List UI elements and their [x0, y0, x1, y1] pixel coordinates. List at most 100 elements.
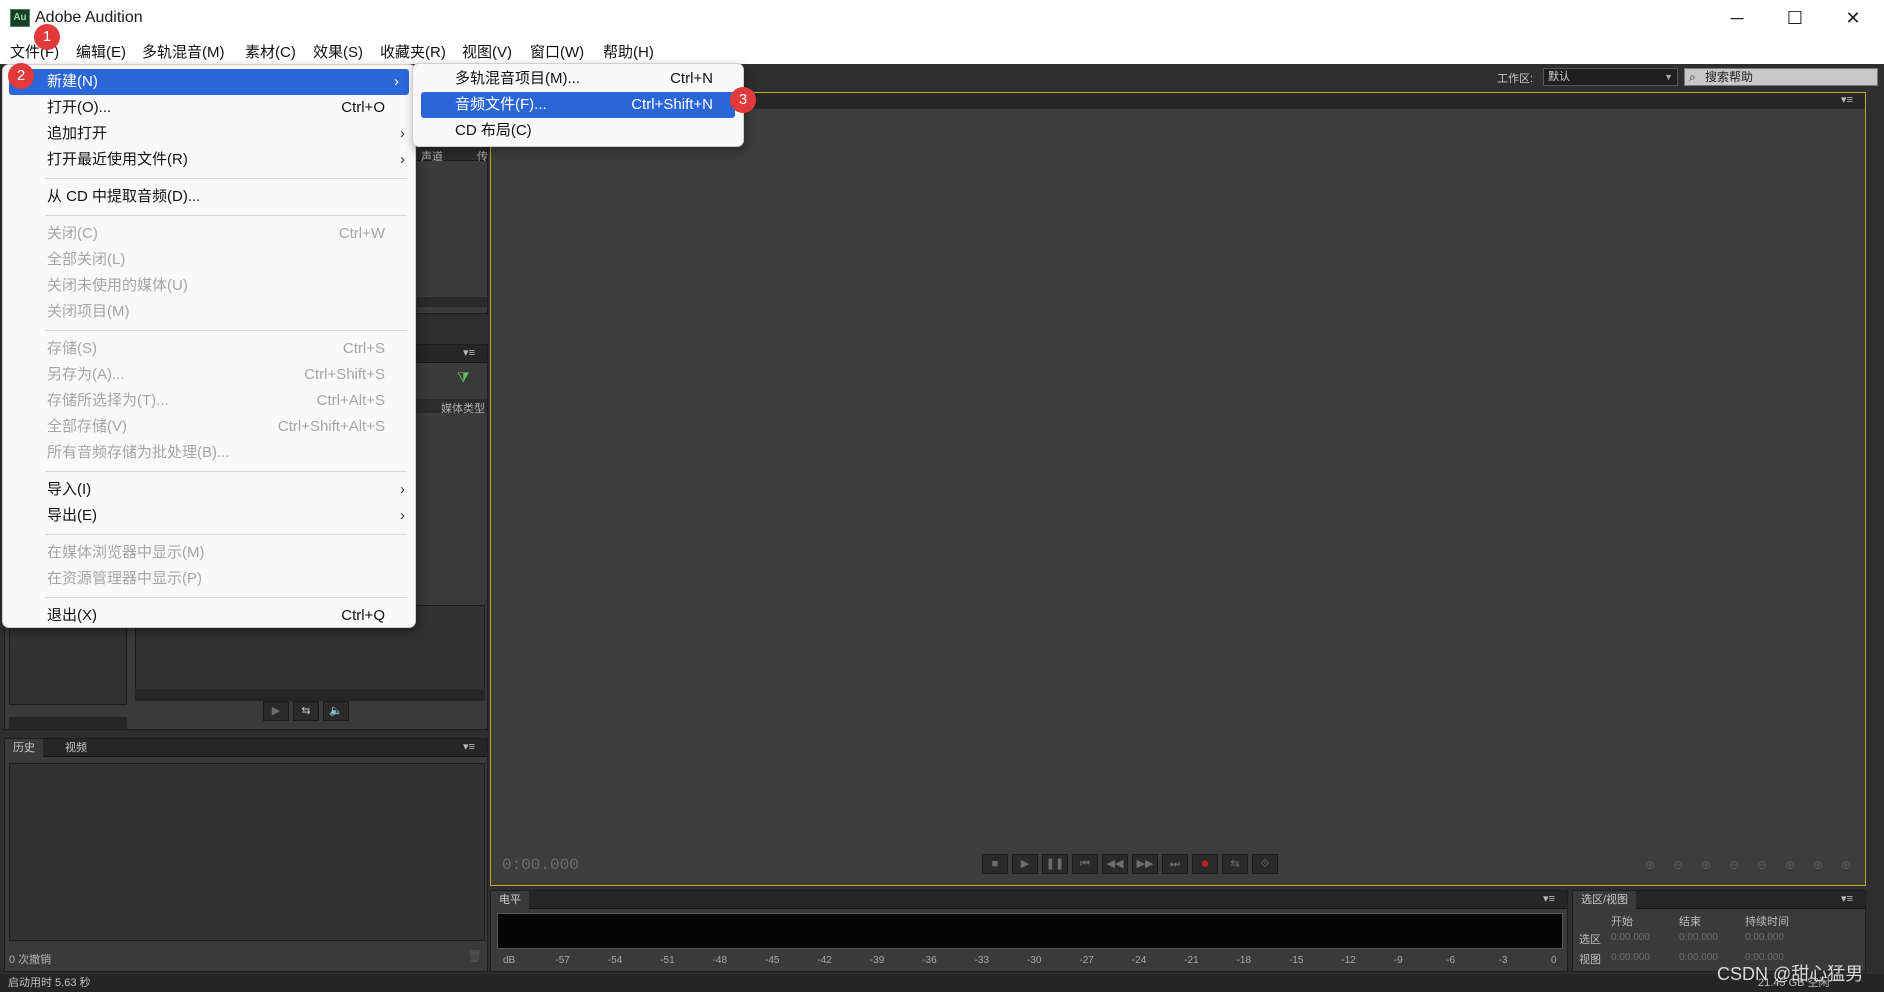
new-multitrack-session[interactable]: 多轨混音项目(M)... Ctrl+N — [421, 66, 735, 92]
pause-button[interactable]: ❚❚ — [1042, 854, 1068, 874]
timecode-display: 0:00.000 — [502, 856, 579, 874]
search-placeholder: 搜索帮助 — [1705, 70, 1754, 84]
file-menu-save-selection[interactable]: 存储所选择为(T)... Ctrl+Alt+S — [3, 388, 415, 414]
maximize-button[interactable]: ☐ — [1766, 0, 1824, 36]
new-cd-layout[interactable]: CD 布局(C) — [421, 118, 735, 144]
file-menu-extract-cd[interactable]: 从 CD 中提取音频(D)... — [3, 184, 415, 210]
tab-video[interactable]: 视频 — [57, 739, 95, 757]
media-tree-scrollbar[interactable] — [9, 717, 127, 729]
filter-icon[interactable]: ⧩ — [457, 369, 470, 386]
zoom-in-time-icon[interactable]: ⊕ — [1694, 856, 1718, 874]
column-extra: 传 — [477, 151, 488, 163]
file-menu-close-unused[interactable]: 关闭未使用的媒体(U) — [3, 273, 415, 299]
media-list-scrollbar[interactable] — [135, 689, 485, 701]
meter-tick-label: -27 — [1079, 955, 1094, 966]
meter-tick-label: -3 — [1498, 955, 1508, 966]
chevron-right-icon: › — [394, 73, 399, 90]
tab-level[interactable]: 电平 — [491, 891, 529, 909]
file-menu-reveal-media-browser[interactable]: 在媒体浏览器中显示(M) — [3, 540, 415, 566]
zoom-in-amplitude-icon[interactable]: ⊕ — [1638, 856, 1662, 874]
go-to-start-button[interactable]: ⏮ — [1072, 854, 1098, 874]
workspace-select[interactable]: 默认 ▼ — [1543, 68, 1678, 86]
file-menu-close[interactable]: 关闭(C) Ctrl+W — [3, 221, 415, 247]
shortcut-save-all: Ctrl+Shift+Alt+S — [277, 418, 385, 435]
record-button[interactable]: ● — [1192, 854, 1218, 874]
selection-end[interactable]: 0:00.000 — [1679, 932, 1718, 943]
play-button[interactable]: ▶ — [1012, 854, 1038, 874]
panel-menu-icon[interactable]: ▾≡ — [1841, 93, 1853, 106]
menu-clip[interactable]: 素材(C) — [245, 41, 296, 62]
zoom-in-point-icon[interactable]: ⊕ — [1778, 856, 1802, 874]
shortcut-save-as: Ctrl+Shift+S — [304, 366, 385, 383]
tab-selection-view[interactable]: 选区/视图 — [1573, 891, 1637, 909]
view-start[interactable]: 0:00.000 — [1611, 952, 1650, 963]
zoom-out-amplitude-icon[interactable]: ⊖ — [1666, 856, 1690, 874]
panel-menu-icon[interactable]: ▾≡ — [1841, 892, 1853, 905]
go-to-end-button[interactable]: ⏭ — [1162, 854, 1188, 874]
search-help-input[interactable]: ⌕ 搜索帮助 — [1684, 68, 1878, 86]
new-audio-file[interactable]: 音频文件(F)... Ctrl+Shift+N — [421, 92, 735, 118]
file-menu-save-as[interactable]: 另存为(A)... Ctrl+Shift+S — [3, 362, 415, 388]
file-menu-exit[interactable]: 退出(X) Ctrl+Q — [3, 603, 415, 629]
menu-edit[interactable]: 编辑(E) — [76, 41, 126, 62]
files-scrollbar[interactable] — [417, 297, 487, 307]
tab-history[interactable]: 历史 — [5, 739, 43, 757]
file-menu-export[interactable]: 导出(E) › — [3, 503, 415, 529]
selection-duration[interactable]: 0:00.000 — [1745, 932, 1784, 943]
panel-menu-icon[interactable]: ▾≡ — [463, 346, 475, 359]
file-menu-reveal-explorer[interactable]: 在资源管理器中显示(P) — [3, 566, 415, 592]
zoom-in-selection-icon[interactable]: ⊕ — [1806, 856, 1830, 874]
file-menu-append-open[interactable]: 追加打开 › — [3, 121, 415, 147]
step-badge-3: 3 — [730, 87, 756, 113]
file-menu-open[interactable]: 打开(O)... Ctrl+O — [3, 95, 415, 121]
zoom-selection-icon[interactable]: ⊕ — [1834, 856, 1858, 874]
search-icon: ⌕ — [1689, 70, 1696, 84]
file-menu-close-all[interactable]: 全部关闭(L) — [3, 247, 415, 273]
fast-forward-button[interactable]: ▶▶ — [1132, 854, 1158, 874]
menu-multitrack[interactable]: 多轨混音(M) — [142, 41, 225, 62]
minimize-button[interactable]: ─ — [1708, 0, 1766, 36]
preview-loop-button[interactable]: ⇆ — [293, 701, 319, 721]
file-menu-new-label: 新建(N) — [47, 73, 98, 90]
trash-icon[interactable]: 🗑 — [467, 949, 482, 963]
level-meter-bar — [497, 913, 1563, 949]
menu-help[interactable]: 帮助(H) — [603, 41, 654, 62]
waveform-area[interactable] — [492, 109, 1864, 884]
loop-button[interactable]: ⇆ — [1222, 854, 1248, 874]
file-menu-save[interactable]: 存储(S) Ctrl+S — [3, 336, 415, 362]
row-selection: 选区 — [1579, 934, 1601, 946]
file-menu: 新建(N) › 打开(O)... Ctrl+O 追加打开 › 打开最近使用文件(… — [2, 64, 416, 628]
panel-menu-icon[interactable]: ▾≡ — [1543, 892, 1555, 905]
meter-tick-label: -48 — [712, 955, 728, 966]
close-button[interactable]: ✕ — [1824, 0, 1882, 36]
zoom-out-time-icon[interactable]: ⊖ — [1722, 856, 1746, 874]
menu-favorites[interactable]: 收藏夹(R) — [380, 41, 446, 62]
preview-autoplay-button[interactable]: 🔈 — [323, 701, 349, 721]
file-menu-export-label: 导出(E) — [47, 507, 97, 524]
preview-play-button[interactable]: ▶ — [263, 701, 289, 721]
view-end[interactable]: 0:00.000 — [1679, 952, 1718, 963]
file-menu-close-project[interactable]: 关闭项目(M) — [3, 299, 415, 325]
meter-tick-label: -24 — [1131, 955, 1147, 966]
panel-menu-icon[interactable]: ▾≡ — [463, 740, 475, 753]
file-menu-import[interactable]: 导入(I) › — [3, 477, 415, 503]
rewind-button[interactable]: ◀◀ — [1102, 854, 1128, 874]
zoom-out-full-icon[interactable]: ⊖ — [1750, 856, 1774, 874]
meter-tick-label: -51 — [660, 955, 675, 966]
meter-tick-label: -15 — [1289, 955, 1304, 966]
selection-start[interactable]: 0:00.000 — [1611, 932, 1650, 943]
stop-button[interactable]: ■ — [982, 854, 1008, 874]
menu-window[interactable]: 窗口(W) — [530, 41, 584, 62]
file-menu-open-recent[interactable]: 打开最近使用文件(R) › — [3, 147, 415, 173]
menu-separator — [45, 597, 407, 598]
chevron-right-icon: › — [400, 151, 405, 168]
menu-view[interactable]: 视图(V) — [462, 41, 512, 62]
menu-separator — [45, 471, 407, 472]
file-menu-batch-save[interactable]: 所有音频存储为批处理(B)... — [3, 440, 415, 466]
file-menu-save-selection-label: 存储所选择为(T)... — [47, 392, 169, 409]
menu-effects[interactable]: 效果(S) — [313, 41, 363, 62]
column-start: 开始 — [1611, 916, 1633, 928]
skip-selection-button[interactable]: ⟐ — [1252, 854, 1278, 874]
file-menu-new[interactable]: 新建(N) › — [9, 69, 409, 95]
file-menu-save-all[interactable]: 全部存储(V) Ctrl+Shift+Alt+S — [3, 414, 415, 440]
